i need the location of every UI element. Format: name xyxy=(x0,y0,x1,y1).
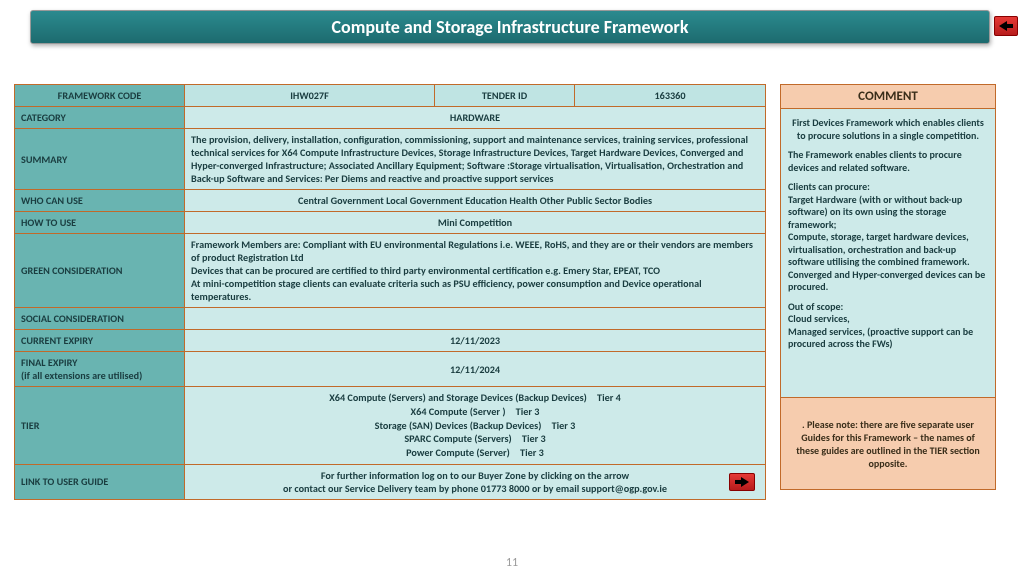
back-button[interactable] xyxy=(994,16,1018,36)
arrow-right-icon xyxy=(735,477,749,487)
arrow-left-icon xyxy=(999,21,1013,31)
category-label: CATEGORY xyxy=(15,107,185,129)
comment-panel: COMMENT First Devices Framework which en… xyxy=(780,84,996,490)
summary-row: SUMMARY The provision, delivery, install… xyxy=(15,129,766,190)
social-label: SOCIAL CONSIDERATION xyxy=(15,308,185,330)
green-label: GREEN CONSIDERATION xyxy=(15,234,185,308)
framework-code-value: IHW027F xyxy=(185,85,435,107)
framework-code-label: FRAMEWORK CODE xyxy=(15,85,185,107)
comment-p4: Out of scope: Cloud services, Managed se… xyxy=(788,301,988,351)
who-value: Central Government Local Government Educ… xyxy=(185,190,766,212)
how-label: HOW TO USE xyxy=(15,212,185,234)
tier-label: TIER xyxy=(15,387,185,465)
social-row: SOCIAL CONSIDERATION xyxy=(15,308,766,330)
category-value: HARDWARE xyxy=(185,107,766,129)
tender-id-value: 163360 xyxy=(575,85,766,107)
comment-p1: First Devices Framework which enables cl… xyxy=(788,117,988,142)
page-title-bar: Compute and Storage Infrastructure Frame… xyxy=(30,10,990,44)
framework-table: FRAMEWORK CODE IHW027F TENDER ID 163360 … xyxy=(14,84,766,500)
how-value: Mini Competition xyxy=(185,212,766,234)
expiry-row: CURRENT EXPIRY 12/11/2023 xyxy=(15,330,766,352)
green-value: Framework Members are: Compliant with EU… xyxy=(185,234,766,308)
link-value: For further information log on to our Bu… xyxy=(185,464,766,499)
who-row: WHO CAN USE Central Government Local Gov… xyxy=(15,190,766,212)
final-expiry-value: 12/11/2024 xyxy=(185,352,766,387)
comment-note: . Please note: there are five separate u… xyxy=(781,397,995,489)
link-line: or contact our Service Delivery team by … xyxy=(191,482,759,495)
link-line: For further information log on to our Bu… xyxy=(191,469,759,482)
page-title: Compute and Storage Infrastructure Frame… xyxy=(332,16,689,38)
comment-heading: COMMENT xyxy=(781,85,995,109)
tier-line: Power Compute (Server) Tier 3 xyxy=(191,446,759,460)
link-label: LINK TO USER GUIDE xyxy=(15,464,185,499)
summary-label: SUMMARY xyxy=(15,129,185,190)
comment-p3: Clients can procure: Target Hardware (wi… xyxy=(788,181,988,294)
how-row: HOW TO USE Mini Competition xyxy=(15,212,766,234)
summary-value: The provision, delivery, installation, c… xyxy=(185,129,766,190)
comment-p2: The Framework enables clients to procure… xyxy=(788,149,988,174)
final-expiry-row: FINAL EXPIRY (if all extensions are util… xyxy=(15,352,766,387)
comment-body: First Devices Framework which enables cl… xyxy=(781,109,995,397)
tender-id-label: TENDER ID xyxy=(435,85,575,107)
tier-line: X64 Compute (Server ) Tier 3 xyxy=(191,405,759,419)
tier-line: Storage (SAN) Devices (Backup Devices) T… xyxy=(191,419,759,433)
header-row: FRAMEWORK CODE IHW027F TENDER ID 163360 xyxy=(15,85,766,107)
page-number: 11 xyxy=(0,556,1024,570)
expiry-value: 12/11/2023 xyxy=(185,330,766,352)
link-row: LINK TO USER GUIDE For further informati… xyxy=(15,464,766,499)
tier-value: X64 Compute (Servers) and Storage Device… xyxy=(185,387,766,465)
tier-line: SPARC Compute (Servers) Tier 3 xyxy=(191,432,759,446)
tier-row: TIER X64 Compute (Servers) and Storage D… xyxy=(15,387,766,465)
social-value xyxy=(185,308,766,330)
buyer-zone-link-button[interactable] xyxy=(729,473,755,491)
green-row: GREEN CONSIDERATION Framework Members ar… xyxy=(15,234,766,308)
who-label: WHO CAN USE xyxy=(15,190,185,212)
category-row: CATEGORY HARDWARE xyxy=(15,107,766,129)
expiry-label: CURRENT EXPIRY xyxy=(15,330,185,352)
final-expiry-label: FINAL EXPIRY (if all extensions are util… xyxy=(15,352,185,387)
tier-line: X64 Compute (Servers) and Storage Device… xyxy=(191,391,759,405)
